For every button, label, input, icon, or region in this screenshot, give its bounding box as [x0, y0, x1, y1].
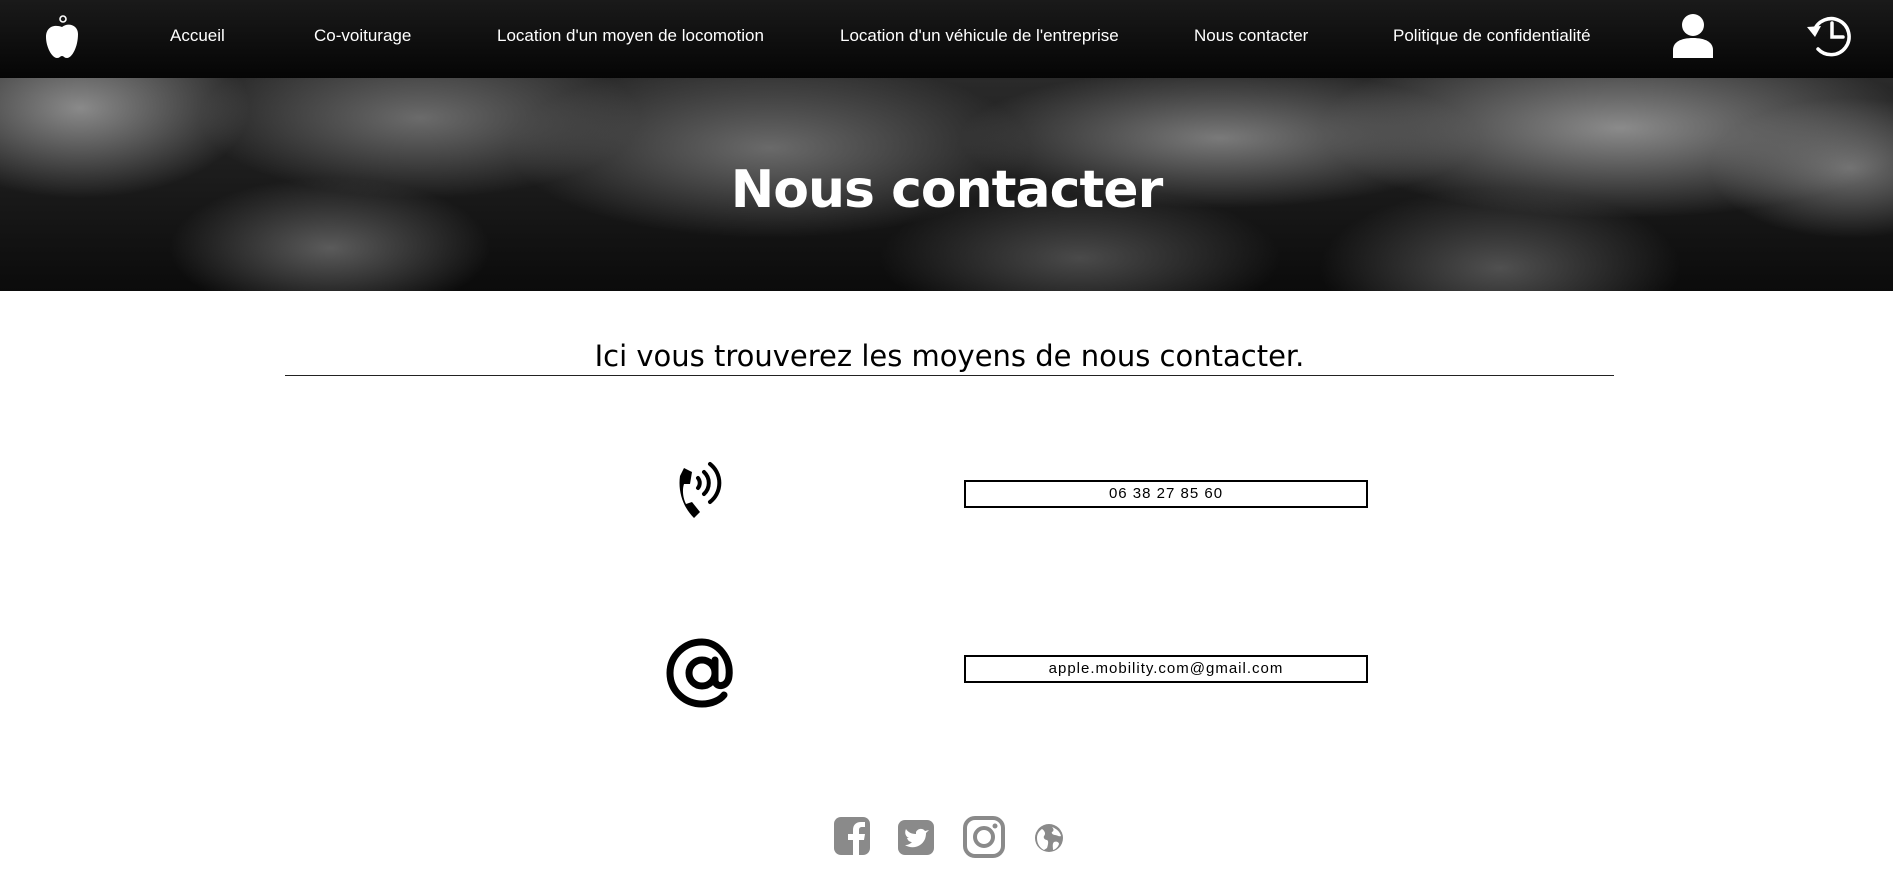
- twitter-icon[interactable]: [897, 819, 935, 856]
- nav-link-co-voiturage[interactable]: Co-voiturage: [314, 26, 411, 46]
- facebook-icon[interactable]: [833, 816, 871, 856]
- nav-link-accueil[interactable]: Accueil: [170, 26, 225, 46]
- instagram-icon[interactable]: [963, 816, 1005, 858]
- nav-link-politique[interactable]: Politique de confidentialité: [1393, 26, 1591, 46]
- phone-icon: [679, 462, 722, 518]
- apple-logo-icon[interactable]: [42, 14, 82, 60]
- nav-link-location-locomotion[interactable]: Location d'un moyen de locomotion: [497, 26, 764, 46]
- intro-text: Ici vous trouverez les moyens de nous co…: [285, 338, 1614, 376]
- phone-number-field: 06 38 27 85 60: [964, 480, 1368, 508]
- hero-banner: Nous contacter: [0, 78, 1893, 291]
- globe-icon[interactable]: [1034, 823, 1064, 853]
- email-field: apple.mobility.com@gmail.com: [964, 655, 1368, 683]
- top-navigation: Accueil Co-voiturage Location d'un moyen…: [0, 0, 1893, 78]
- user-icon[interactable]: [1671, 12, 1715, 58]
- nav-link-nous-contacter[interactable]: Nous contacter: [1194, 26, 1308, 46]
- history-icon[interactable]: [1806, 11, 1854, 59]
- nav-link-location-vehicule[interactable]: Location d'un véhicule de l'entreprise: [840, 26, 1119, 46]
- page-title: Nous contacter: [730, 160, 1163, 220]
- at-sign-icon: [666, 638, 733, 708]
